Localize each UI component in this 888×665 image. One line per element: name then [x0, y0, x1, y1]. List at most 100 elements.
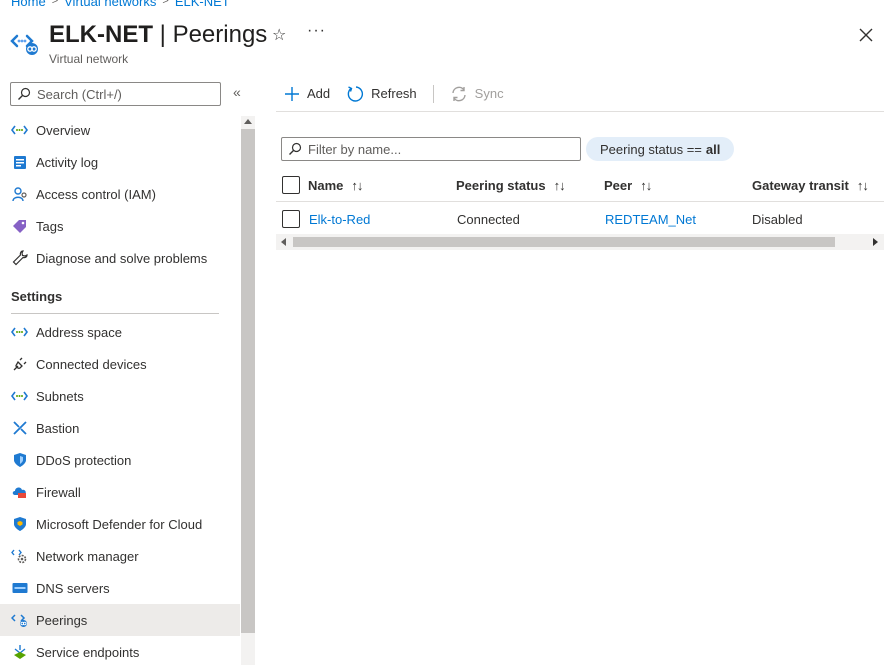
sidebar-item-network-manager[interactable]: Network manager: [0, 540, 240, 572]
sidebar-item-subnets[interactable]: Subnets: [0, 380, 240, 412]
peering-name-link[interactable]: Elk-to-Red: [309, 202, 370, 236]
filter-input[interactable]: [308, 141, 568, 157]
vnet-icon: [11, 324, 28, 341]
peering-icon: [11, 612, 28, 629]
dns-icon: [11, 580, 28, 597]
scroll-right-icon[interactable]: [873, 238, 878, 246]
peering-status-cell: Connected: [457, 211, 520, 227]
row-checkbox[interactable]: [282, 210, 300, 228]
scrollbar-thumb[interactable]: [293, 237, 835, 247]
filter-box[interactable]: [281, 137, 581, 161]
sidebar-item-access-control[interactable]: Access control (IAM): [0, 178, 240, 210]
sidebar-item-label: Tags: [36, 218, 64, 234]
add-button[interactable]: Add: [276, 76, 338, 112]
scrollbar-thumb[interactable]: [241, 129, 255, 633]
table-row: Elk-to-Red Connected REDTEAM_Net Disable…: [276, 202, 884, 236]
plug-icon: [11, 356, 28, 373]
sidebar-scrollbar[interactable]: [241, 116, 255, 665]
sort-icon: ↑↓: [640, 177, 652, 193]
peer-link[interactable]: REDTEAM_Net: [605, 202, 696, 236]
resource-menu: « Overview Activity log Access control (…: [0, 76, 256, 665]
sidebar-item-ddos[interactable]: DDoS protection: [0, 444, 240, 476]
main-content: Add Refresh Sync Peering status == all N…: [276, 76, 888, 665]
activity-log-icon: [11, 154, 28, 171]
sidebar-item-label: Network manager: [36, 548, 139, 564]
sidebar-item-address-space[interactable]: Address space: [0, 316, 240, 348]
breadcrumb-virtual-networks[interactable]: Virtual networks: [64, 0, 156, 9]
page-subtitle: Virtual network: [49, 52, 129, 66]
pill-value: all: [705, 141, 721, 157]
sidebar-item-label: Address space: [36, 324, 122, 340]
breadcrumb: Home > Virtual networks > ELK-NET: [11, 0, 230, 9]
bastion-icon: [11, 420, 28, 437]
scroll-left-icon[interactable]: [281, 238, 286, 246]
sidebar-item-label: Overview: [36, 122, 91, 138]
column-header-name[interactable]: Name ↑↓: [308, 168, 363, 202]
scroll-up-icon[interactable]: [244, 119, 252, 124]
page-title: ELK-NET | Peerings: [49, 21, 268, 48]
table-header-row: Name ↑↓ Peering status ↑↓ Peer ↑↓ Gatewa…: [276, 168, 884, 202]
gateway-transit-cell: Disabled: [752, 211, 803, 227]
defender-icon: [11, 516, 28, 533]
sidebar-item-label: Diagnose and solve problems: [36, 250, 208, 266]
sidebar-item-bastion[interactable]: Bastion: [0, 412, 240, 444]
search-icon: [18, 87, 31, 100]
firewall-icon: [11, 484, 28, 501]
menu-search-input[interactable]: [37, 86, 217, 102]
plus-icon: [285, 86, 299, 101]
sort-icon: ↑↓: [351, 177, 363, 193]
sidebar-item-peerings[interactable]: Peerings: [0, 604, 240, 636]
column-label: Peering status: [456, 177, 546, 193]
sidebar-item-tags[interactable]: Tags: [0, 210, 240, 242]
sidebar-item-label: Service endpoints: [36, 644, 140, 660]
sidebar-item-overview[interactable]: Overview: [0, 114, 240, 146]
network-manager-icon: [11, 548, 28, 565]
endpoint-icon: [11, 644, 28, 661]
peerings-table: Name ↑↓ Peering status ↑↓ Peer ↑↓ Gatewa…: [276, 168, 884, 236]
sync-button[interactable]: Sync: [442, 76, 512, 112]
column-header-gateway-transit[interactable]: Gateway transit ↑↓: [752, 168, 869, 202]
column-header-peer[interactable]: Peer ↑↓: [604, 168, 652, 202]
nav-list: Overview Activity log Access control (IA…: [0, 114, 240, 665]
add-label: Add: [307, 86, 331, 101]
more-icon[interactable]: ···: [307, 22, 326, 40]
sidebar-item-dns-servers[interactable]: DNS servers: [0, 572, 240, 604]
chevron-right-icon: >: [51, 0, 59, 7]
refresh-button[interactable]: Refresh: [338, 76, 425, 112]
sidebar-item-connected-devices[interactable]: Connected devices: [0, 348, 240, 380]
vnet-icon: [11, 122, 28, 139]
toolbar-separator: [432, 84, 434, 103]
sidebar-item-label: Access control (IAM): [36, 186, 156, 202]
column-header-peering-status[interactable]: Peering status ↑↓: [456, 168, 566, 202]
sidebar-item-label: Activity log: [36, 154, 99, 170]
iam-icon: [11, 186, 28, 203]
command-bar: Add Refresh Sync: [276, 76, 884, 112]
collapse-menu-icon[interactable]: «: [233, 84, 241, 100]
divider: [11, 313, 219, 314]
menu-search[interactable]: [10, 82, 221, 106]
close-icon[interactable]: [856, 25, 876, 45]
refresh-icon: [347, 85, 364, 102]
tag-icon: [11, 218, 28, 235]
sidebar-item-defender[interactable]: Microsoft Defender for Cloud: [0, 508, 240, 540]
shield-icon: [11, 452, 28, 469]
table-horizontal-scrollbar[interactable]: [276, 234, 884, 250]
sidebar-item-label: Microsoft Defender for Cloud: [36, 516, 203, 532]
sidebar-item-label: Peerings: [36, 612, 88, 628]
sync-label: Sync: [474, 86, 504, 101]
sidebar-item-label: Firewall: [36, 484, 81, 500]
star-icon[interactable]: ☆: [272, 25, 286, 45]
breadcrumb-elk-net[interactable]: ELK-NET: [175, 0, 230, 9]
settings-heading: Settings: [11, 289, 63, 304]
wrench-icon: [11, 250, 28, 267]
sidebar-item-firewall[interactable]: Firewall: [0, 476, 240, 508]
blade-header: ELK-NET | Peerings Virtual network ☆ ···: [10, 20, 888, 68]
filter-pill-peering-status[interactable]: Peering status == all: [586, 137, 735, 161]
refresh-label: Refresh: [371, 86, 417, 101]
sidebar-item-service-endpoints[interactable]: Service endpoints: [0, 636, 240, 665]
select-all-checkbox[interactable]: [282, 176, 300, 194]
breadcrumb-home[interactable]: Home: [11, 0, 46, 9]
column-label: Name: [308, 177, 344, 193]
sidebar-item-diagnose[interactable]: Diagnose and solve problems: [0, 242, 240, 274]
sidebar-item-activity-log[interactable]: Activity log: [0, 146, 240, 178]
